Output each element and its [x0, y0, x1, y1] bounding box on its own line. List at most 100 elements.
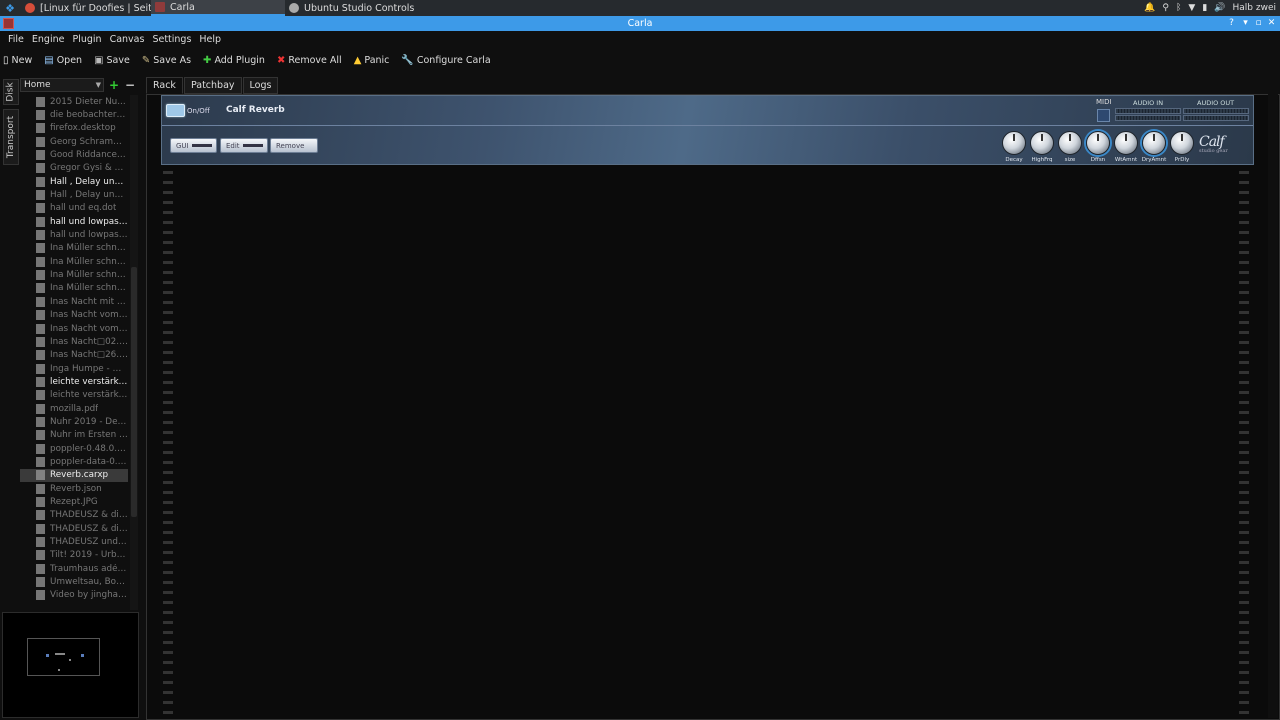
tab-transport[interactable]: Transport: [3, 109, 19, 165]
open-button[interactable]: ▤ Open: [44, 55, 82, 66]
file-item[interactable]: Nuhr 2019 - Der...: [20, 415, 128, 428]
battery-icon[interactable]: ▮: [1202, 3, 1207, 13]
clock-label[interactable]: Halb zwei: [1233, 3, 1276, 13]
task-carla[interactable]: Carla: [151, 0, 285, 16]
app-launcher-icon[interactable]: ❖: [3, 1, 17, 15]
knob-size[interactable]: [1058, 131, 1082, 155]
tab-patchbay[interactable]: Patchbay: [183, 77, 242, 94]
file-list-scrollbar[interactable]: [130, 95, 138, 610]
file-item[interactable]: die beobachterT...: [20, 108, 128, 121]
file-name: Inas Nacht mit L...: [50, 296, 128, 307]
file-item[interactable]: Ina Müller schna...: [20, 282, 128, 295]
knob-decay[interactable]: [1002, 131, 1026, 155]
notification-bell-icon[interactable]: 🔔: [1144, 3, 1155, 13]
plugin-calf-reverb[interactable]: On/Off Calf Reverb GUI Edit Remove MIDI …: [161, 95, 1254, 165]
menu-help[interactable]: Help: [195, 34, 225, 45]
gui-button[interactable]: GUI: [170, 138, 217, 153]
bluetooth-icon[interactable]: ᛒ: [1176, 3, 1181, 13]
file-item[interactable]: hall und eq.dot: [20, 202, 128, 215]
file-item[interactable]: firefox.desktop: [20, 122, 128, 135]
carla-app-icon[interactable]: [3, 18, 14, 29]
menu-plugin[interactable]: Plugin: [68, 34, 105, 45]
menu-canvas[interactable]: Canvas: [106, 34, 149, 45]
volume-icon[interactable]: 🔊: [1214, 3, 1225, 13]
maximize-icon[interactable]: ▫: [1253, 18, 1264, 28]
file-item[interactable]: THADEUSZ und ...: [20, 535, 128, 548]
panic-button[interactable]: ▲ Panic: [354, 55, 390, 66]
remove-folder-button[interactable]: −: [124, 78, 136, 92]
file-item[interactable]: Georg Schramm ...: [20, 135, 128, 148]
file-item[interactable]: Good Riddance (...: [20, 148, 128, 161]
file-item[interactable]: Inas Nacht vom ...: [20, 309, 128, 322]
edit-button[interactable]: Edit: [220, 138, 268, 153]
rack-scrollbar[interactable]: [1268, 94, 1278, 718]
file-icon: [36, 443, 45, 454]
file-item[interactable]: Nuhr im Ersten v...: [20, 429, 128, 442]
file-item[interactable]: hall und lowpass....: [20, 228, 128, 241]
file-item[interactable]: Ina Müller schna...: [20, 268, 128, 281]
knob-wtamnt[interactable]: [1114, 131, 1138, 155]
location-dropdown[interactable]: Home ▼: [20, 78, 104, 92]
task-ubuntu-studio-controls[interactable]: Ubuntu Studio Controls: [285, 0, 415, 16]
file-item[interactable]: Gregor Gysi & M...: [20, 162, 128, 175]
file-item[interactable]: Ina Müller schna...: [20, 255, 128, 268]
file-item[interactable]: Reverb.carxp: [20, 468, 128, 482]
menu-engine[interactable]: Engine: [28, 34, 69, 45]
file-item[interactable]: Inas Nacht vom ...: [20, 322, 128, 335]
file-item[interactable]: leichte verstärku...: [20, 375, 128, 388]
remove-all-button[interactable]: ✖ Remove All: [277, 55, 342, 66]
audio-in-meter-r: [1115, 115, 1181, 121]
help-icon[interactable]: ?: [1226, 18, 1237, 28]
add-plugin-button[interactable]: ✚ Add Plugin: [203, 55, 265, 66]
minimize-icon[interactable]: ▾: [1240, 18, 1251, 28]
file-item[interactable]: Umweltsau, Bon...: [20, 575, 128, 588]
configure-carla-button[interactable]: 🔧 Configure Carla: [401, 55, 490, 66]
minimap-viewport[interactable]: [27, 638, 100, 676]
tab-logs[interactable]: Logs: [242, 77, 279, 94]
remove-button[interactable]: Remove: [270, 138, 318, 153]
file-item[interactable]: Rezept.JPG: [20, 495, 128, 508]
menu-settings[interactable]: Settings: [148, 34, 195, 45]
file-item[interactable]: Reverb.json: [20, 482, 128, 495]
knob-dryamnt[interactable]: [1142, 131, 1166, 155]
file-item[interactable]: mozilla.pdf: [20, 402, 128, 415]
file-item[interactable]: leichte verstärku...: [20, 389, 128, 402]
tab-rack[interactable]: Rack: [146, 77, 183, 94]
knob-prdly[interactable]: [1170, 131, 1194, 155]
file-item[interactable]: THADEUSZ & die...: [20, 509, 128, 522]
rack-area[interactable]: [146, 94, 1280, 720]
file-item[interactable]: Inas Nacht mit L...: [20, 295, 128, 308]
file-item[interactable]: poppler-0.48.0.t...: [20, 442, 128, 455]
new-button[interactable]: ▯ New: [3, 55, 32, 66]
menu-bar: File Engine Plugin Canvas Settings Help: [0, 31, 1280, 47]
file-item[interactable]: Tilt! 2019 - Urba...: [20, 549, 128, 562]
scrollbar-thumb[interactable]: [131, 267, 137, 517]
file-item[interactable]: Ina Müller schna...: [20, 242, 128, 255]
save-as-button[interactable]: ✎ Save As: [142, 55, 191, 66]
close-icon[interactable]: ✕: [1266, 18, 1277, 28]
onoff-toggle[interactable]: On/Off: [166, 104, 210, 117]
file-item[interactable]: Inas Nacht□02.1...: [20, 335, 128, 348]
file-item[interactable]: poppler-data-0.4...: [20, 455, 128, 468]
file-list[interactable]: 2015 Dieter Nu... die beobachterT... firef…: [20, 95, 128, 610]
window-titlebar[interactable]: Carla ? ▾ ▫ ✕: [0, 16, 1280, 31]
file-item[interactable]: Hall , Delay und ...: [20, 188, 128, 201]
knob-dffsn[interactable]: [1086, 131, 1110, 155]
file-item[interactable]: THADEUSZ & die...: [20, 522, 128, 535]
location-icon[interactable]: ⚲: [1162, 3, 1169, 13]
file-item[interactable]: hall und lowpass....: [20, 215, 128, 228]
file-item[interactable]: Video by jinghao...: [20, 589, 128, 602]
file-item[interactable]: Inga Humpe - M...: [20, 362, 128, 375]
network-icon[interactable]: ▼: [1188, 3, 1195, 13]
task-linux-doofies[interactable]: [Linux für Doofies | Seite ...: [21, 0, 151, 16]
canvas-minimap[interactable]: [2, 612, 139, 718]
file-item[interactable]: Hall , Delay und ...: [20, 175, 128, 188]
file-item[interactable]: Inas Nacht□26.1...: [20, 349, 128, 362]
save-button[interactable]: ▣ Save: [94, 55, 130, 66]
add-folder-button[interactable]: +: [108, 78, 120, 92]
menu-file[interactable]: File: [4, 34, 28, 45]
file-item[interactable]: Traumhaus adé ...: [20, 562, 128, 575]
file-item[interactable]: 2015 Dieter Nu...: [20, 95, 128, 108]
tab-disk[interactable]: Disk: [3, 79, 19, 105]
knob-highfrq[interactable]: [1030, 131, 1054, 155]
